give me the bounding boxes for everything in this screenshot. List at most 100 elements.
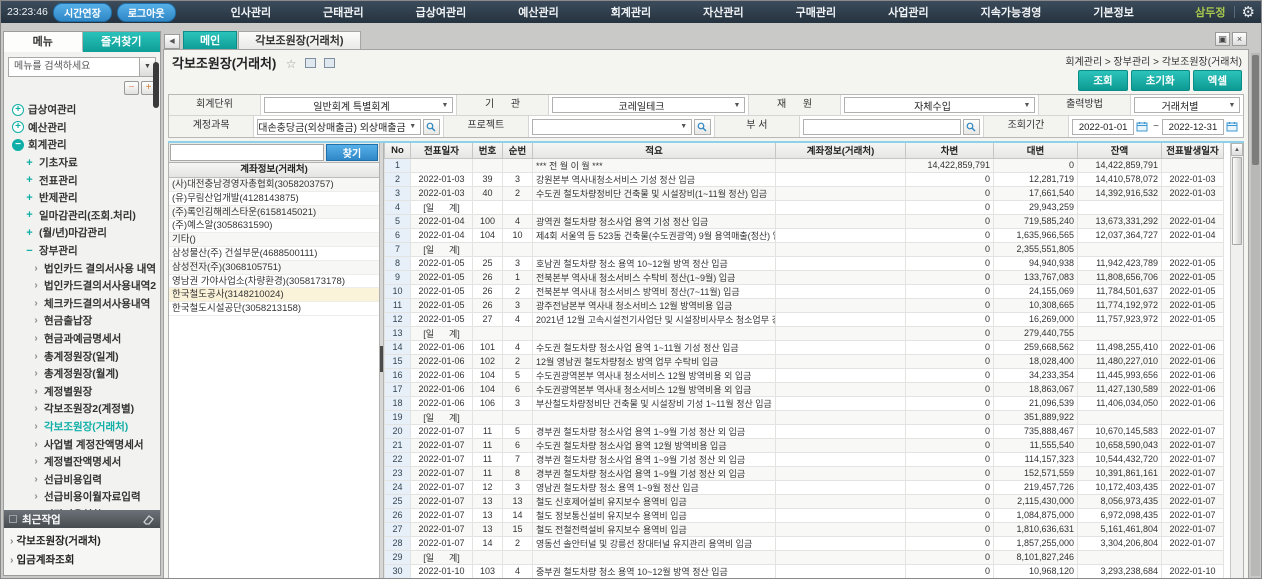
top-menu-item[interactable]: 회계관리: [585, 4, 677, 20]
table-row[interactable]: 3 2022-01-03 40 2 수도권 철도차량정비단 건축물 및 시설장비…: [385, 186, 1224, 200]
output-method-select[interactable]: 거래처별 ▼: [1134, 97, 1240, 113]
ledger-column-header[interactable]: 순번: [503, 143, 533, 158]
tree-expand-icon[interactable]: +: [24, 227, 35, 239]
table-row[interactable]: 26 2022-01-07 13 14 철도 정보통신설비 유지보수 용역비 입…: [385, 508, 1224, 522]
tree-expand-icon[interactable]: ›: [32, 368, 40, 379]
menu-tree-item[interactable]: › 기간비용현황: [4, 506, 160, 510]
excel-button[interactable]: 엑셀: [1193, 70, 1242, 91]
tree-expand-icon[interactable]: ›: [32, 474, 40, 485]
menu-tree-item[interactable]: › 사업별 계정잔액명세서: [4, 435, 160, 453]
menu-tree-item[interactable]: + 일마감관리(조회.처리): [4, 207, 160, 225]
table-row[interactable]: 25 2022-01-07 13 13 철도 신호제어설비 유지보수 용역비 입…: [385, 494, 1224, 508]
tree-expand-icon[interactable]: ›: [32, 439, 40, 450]
sidebar-scrollbar-thumb[interactable]: [153, 62, 159, 108]
ledger-column-header[interactable]: 전표일자: [411, 143, 473, 158]
table-row[interactable]: 7 [일 계] 0 2,355,551,805: [385, 242, 1224, 256]
table-row[interactable]: 29 [일 계] 0 8,101,827,246: [385, 550, 1224, 564]
account-list-item[interactable]: 한국철도공사(3148210024): [169, 288, 379, 302]
department-input[interactable]: [803, 119, 961, 135]
tree-expand-icon[interactable]: +: [24, 157, 35, 169]
recent-checkbox[interactable]: [9, 515, 17, 523]
table-row[interactable]: 18 2022-01-06 106 3 부산철도차량정비단 건축물 및 시설장비…: [385, 396, 1224, 410]
menu-tree-item[interactable]: › 계정별원장: [4, 383, 160, 401]
tree-expand-icon[interactable]: ›: [32, 333, 40, 344]
table-row[interactable]: 28 2022-01-07 14 2 영동선 솔안터널 및 강릉선 장대터널 유…: [385, 536, 1224, 550]
find-button[interactable]: 찾기: [326, 144, 378, 161]
tree-expand-icon[interactable]: ›: [32, 351, 40, 362]
tab-scroll-left-button[interactable]: ◀: [164, 34, 180, 49]
page-scrollbar[interactable]: [1251, 53, 1260, 576]
period-to-input[interactable]: 2022-12-31: [1162, 119, 1224, 135]
menu-search-box[interactable]: 메뉴를 검색하세요 ▼: [8, 57, 156, 77]
account-filter-input[interactable]: [170, 144, 324, 161]
table-row[interactable]: 14 2022-01-06 101 4 수도권 철도차량 청소사업 용역 1~1…: [385, 340, 1224, 354]
table-row[interactable]: 23 2022-01-07 11 8 경부권 철도차량 청소사업 용역 1~9월…: [385, 466, 1224, 480]
period-from-input[interactable]: 2022-01-01: [1072, 119, 1134, 135]
table-row[interactable]: 27 2022-01-07 13 15 철도 전철전력설비 유지보수 용역비 입…: [385, 522, 1224, 536]
table-row[interactable]: 17 2022-01-06 104 6 수도권광역본부 역사내 청소서비스 12…: [385, 382, 1224, 396]
sidebar-tab-menu[interactable]: 메뉴: [4, 32, 83, 52]
top-menu-item[interactable]: 예산관리: [492, 4, 584, 20]
menu-tree-item[interactable]: + 기초자료: [4, 154, 160, 172]
page-scrollbar-thumb[interactable]: [1252, 55, 1259, 165]
table-row[interactable]: 1 *** 전 월 이 월 *** 14,422,859,791 0 1: [385, 158, 1224, 172]
menu-tree-item[interactable]: › 총계정원장(일계): [4, 347, 160, 365]
menu-tree-item[interactable]: › 계정별잔액명세서: [4, 453, 160, 471]
menu-tree-item[interactable]: › 각보조원장(거래처): [4, 418, 160, 436]
menu-tree-item[interactable]: + (월/년)마감관리: [4, 224, 160, 242]
organization-select[interactable]: 코레일테크 ▼: [552, 97, 745, 113]
tree-expand-icon[interactable]: +: [12, 104, 24, 116]
query-button[interactable]: 조회: [1078, 70, 1127, 91]
tree-expand-icon[interactable]: ›: [32, 315, 40, 326]
tree-expand-icon[interactable]: −: [24, 245, 35, 257]
tree-expand-icon[interactable]: +: [24, 192, 35, 204]
menu-tree-item[interactable]: + 예산관리: [4, 119, 160, 137]
menu-tree-item[interactable]: + 반제관리: [4, 189, 160, 207]
top-menu-item[interactable]: 기본정보: [1067, 4, 1159, 20]
grid-scrollbar[interactable]: ▲ ▼: [1230, 143, 1243, 579]
grid-scrollbar-thumb[interactable]: [1232, 157, 1242, 245]
tree-expand-icon[interactable]: ›: [32, 263, 40, 274]
menu-tree-item[interactable]: › 현금출납장: [4, 312, 160, 330]
ledger-column-header[interactable]: 계좌정보(거래처): [776, 143, 906, 158]
table-row[interactable]: 8 2022-01-05 25 3 호남권 철도차량 청소 용역 10~12월 …: [385, 256, 1224, 270]
fund-source-select[interactable]: 자체수입 ▼: [844, 97, 1035, 113]
table-row[interactable]: 16 2022-01-06 104 5 수도권광역본부 역사내 청소서비스 12…: [385, 368, 1224, 382]
top-menu-item[interactable]: 근태관리: [297, 4, 389, 20]
recent-work-item[interactable]: › 입금계좌조회: [4, 550, 160, 569]
table-row[interactable]: 12 2022-01-05 27 4 2021년 12월 고속시설전기사업단 및…: [385, 312, 1224, 326]
accounting-unit-select[interactable]: 일반회계 특별회계 ▼: [264, 97, 453, 113]
menu-tree-item[interactable]: › 현금과예금명세서: [4, 330, 160, 348]
account-list-item[interactable]: (유)무림산업개발(4128143875): [169, 192, 379, 206]
table-row[interactable]: 10 2022-01-05 26 2 전북본부 역사내 청소서비스 방역비 정산…: [385, 284, 1224, 298]
account-list-item[interactable]: 기타(): [169, 233, 379, 247]
table-row[interactable]: 22 2022-01-07 11 7 경부권 철도차량 청소사업 용역 1~9월…: [385, 452, 1224, 466]
account-list-item[interactable]: (주)록인김해레스타운(6158145021): [169, 206, 379, 220]
tree-expand-icon[interactable]: +: [12, 121, 24, 133]
account-list-item[interactable]: (사)대전충남경영자총협회(3058203757): [169, 178, 379, 192]
popup-window-icon[interactable]: [305, 58, 316, 68]
menu-tree-item[interactable]: › 법인카드 결의서사용 내역: [4, 259, 160, 277]
search-icon[interactable]: [423, 119, 440, 135]
menu-tree-item[interactable]: › 선급비용이월자료입력: [4, 488, 160, 506]
ledger-column-header[interactable]: 전표발생일자: [1162, 143, 1224, 158]
tree-expand-icon[interactable]: −: [12, 139, 24, 151]
table-row[interactable]: 9 2022-01-05 26 1 전북본부 역사내 청소서비스 수탁비 정산(…: [385, 270, 1224, 284]
tab-main[interactable]: 메인: [183, 31, 237, 49]
top-menu-item[interactable]: 인사관리: [205, 4, 297, 20]
tree-expand-icon[interactable]: ›: [32, 509, 40, 510]
ledger-column-header[interactable]: 잔액: [1078, 143, 1162, 158]
table-row[interactable]: 6 2022-01-04 104 10 제4회 서울역 등 523동 건축물(수…: [385, 228, 1224, 242]
tree-expand-icon[interactable]: ›: [32, 386, 40, 397]
tree-expand-icon[interactable]: ›: [32, 421, 40, 432]
top-menu-item[interactable]: 사업관리: [862, 4, 954, 20]
menu-tree-item[interactable]: › 선급비용입력: [4, 470, 160, 488]
calendar-icon[interactable]: [1136, 121, 1148, 132]
search-icon[interactable]: [963, 119, 980, 135]
recent-work-item[interactable]: › 각보조원장(거래처): [4, 531, 160, 550]
ledger-column-header[interactable]: 대변: [994, 143, 1078, 158]
ledger-column-header[interactable]: 적요: [533, 143, 776, 158]
top-menu-item[interactable]: 구매관리: [770, 4, 862, 20]
account-list-item[interactable]: (주)예스알(3058631590): [169, 219, 379, 233]
top-menu-item[interactable]: 자산관리: [677, 4, 769, 20]
